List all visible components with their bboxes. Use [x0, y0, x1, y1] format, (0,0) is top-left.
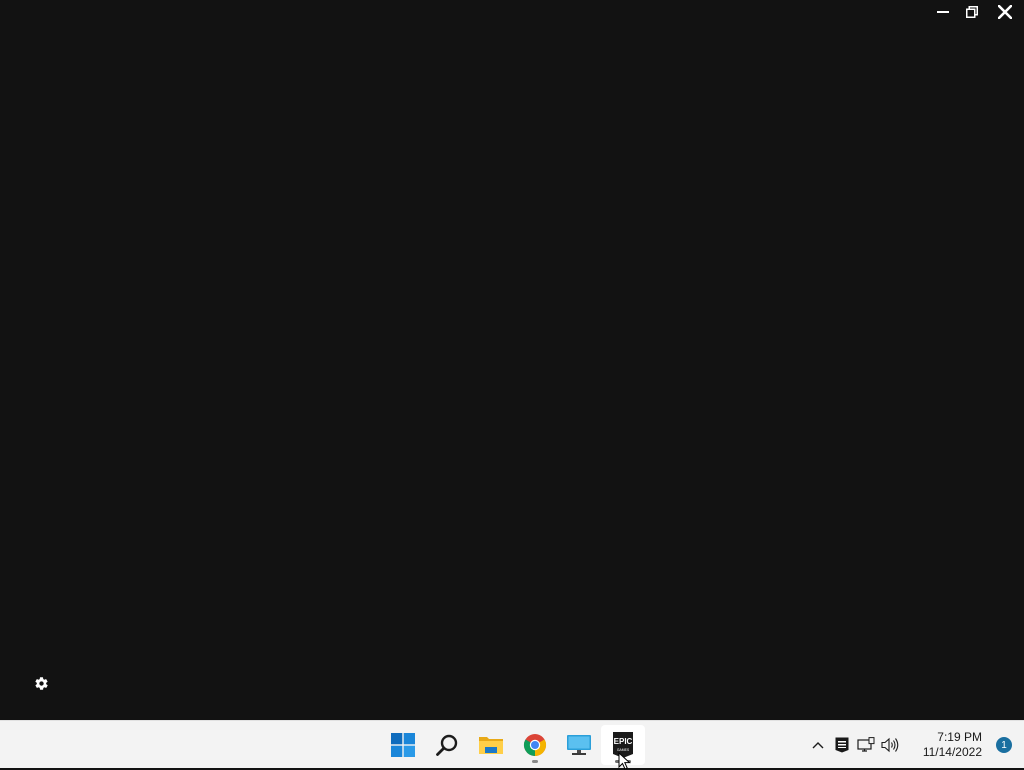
restore-button[interactable]: [957, 0, 986, 24]
epic-games-tray-icon: [835, 737, 849, 753]
clock-date: 11/14/2022: [922, 745, 982, 759]
epic-games-tray-button[interactable]: [830, 729, 854, 761]
running-indicator: [532, 760, 538, 763]
taskbar: EPIC GAMES 7:19 PM 11/14/2022 1: [0, 720, 1024, 768]
chrome-icon: [523, 734, 547, 756]
search-icon: [436, 734, 458, 756]
monitor-icon: [567, 735, 591, 755]
windows-logo-icon: [391, 733, 415, 757]
file-explorer-button[interactable]: [469, 725, 513, 765]
search-button[interactable]: [425, 725, 469, 765]
window-controls: [928, 0, 1024, 24]
remote-desktop-button[interactable]: [557, 725, 601, 765]
clock[interactable]: 7:19 PM 11/14/2022: [902, 730, 986, 760]
close-button[interactable]: [986, 0, 1024, 24]
system-tray: 7:19 PM 11/14/2022 1: [806, 721, 1024, 769]
clock-time: 7:19 PM: [937, 730, 982, 744]
minimize-button[interactable]: [928, 0, 957, 24]
network-icon: [857, 737, 875, 752]
volume-icon: [881, 737, 899, 753]
taskbar-apps: EPIC GAMES: [381, 721, 645, 769]
chrome-button[interactable]: [513, 725, 557, 765]
network-button[interactable]: [854, 729, 878, 761]
minimize-icon: [936, 11, 949, 13]
chevron-up-icon: [812, 742, 824, 749]
settings-button[interactable]: [32, 674, 50, 692]
epic-games-launcher-window: [0, 0, 1024, 720]
volume-button[interactable]: [878, 729, 902, 761]
start-button[interactable]: [381, 725, 425, 765]
show-hidden-icons-button[interactable]: [806, 729, 830, 761]
notification-badge[interactable]: 1: [996, 737, 1012, 753]
restore-icon: [965, 6, 978, 18]
folder-icon: [479, 737, 503, 754]
epic-logo-text: EPIC: [614, 737, 633, 746]
gear-icon: [34, 676, 48, 690]
close-icon: [998, 5, 1012, 19]
mouse-cursor: [618, 752, 631, 770]
